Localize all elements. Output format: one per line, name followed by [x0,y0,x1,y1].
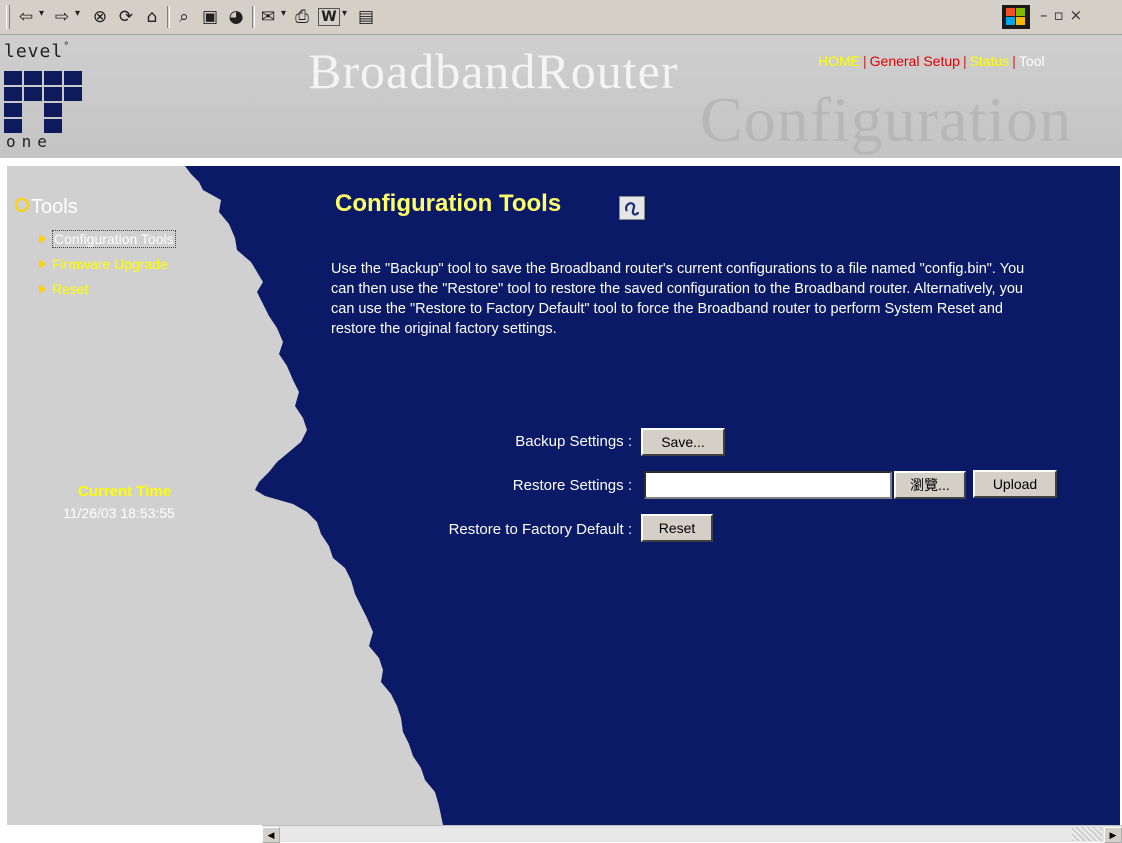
arrow-right-icon [39,259,46,269]
page-title: Configuration Tools [335,190,562,217]
refresh-icon[interactable]: ⟳ [116,6,136,28]
sidebar-item-reset[interactable]: Reset [39,281,89,297]
restore-factory-label: Restore to Factory Default : [448,521,632,538]
home-icon[interactable]: ⌂ [142,6,162,28]
arrow-right-icon [39,234,46,244]
discuss-icon[interactable]: ▤ [356,6,376,28]
toolbar-separator [167,6,170,28]
window-controls[interactable]: –▫× [1040,6,1088,24]
edit-word-icon[interactable]: W [318,8,340,26]
top-nav: HOME | General Setup | Status | Tool [818,53,1045,69]
scrollbar-thumb[interactable] [1072,827,1102,841]
section-bullet-icon [15,198,29,212]
restore-settings-label: Restore Settings : [512,477,632,494]
search-icon[interactable]: ⌕ [174,6,194,28]
browser-toolbar: ⇦ ▾ ⇨ ▾ ⊗ ⟳ ⌂ ⌕ ▣ ◕ ✉ ▾ ⎙ W ▾ ▤ –▫× [0,0,1122,35]
level-one-logo: level° one [4,41,94,153]
nav-status-link[interactable]: Status [970,53,1010,69]
save-button[interactable]: Save... [641,428,725,456]
browse-button[interactable]: 瀏覽... [894,471,966,499]
toolbar-grip[interactable] [6,5,10,29]
toolbar-separator [252,6,255,28]
current-time-label: Current Time [78,483,172,500]
header-subtitle: Configuration [700,84,1073,155]
stop-icon[interactable]: ⊗ [90,6,110,28]
mail-dropdown-icon[interactable]: ▾ [281,8,286,19]
restore-file-input[interactable] [644,471,892,499]
main-panel: Tools Configuration Tools Firmware Upgra… [7,166,1120,825]
backup-settings-label: Backup Settings : [515,433,632,450]
logo-text-top: level° [4,41,71,62]
current-time-value: 11/26/03 18:53:55 [63,505,175,521]
back-arrow-icon[interactable]: ⇦ [16,6,36,28]
print-icon[interactable]: ⎙ [292,6,312,28]
favorites-icon[interactable]: ▣ [200,6,220,28]
status-area [0,825,262,841]
page-description: Use the "Backup" tool to save the Broadb… [331,261,1025,337]
scrollbar-track[interactable] [280,827,1075,841]
header-brand: BroadbandRouter [308,43,679,99]
windows-logo-icon [1002,5,1030,29]
upload-button[interactable]: Upload [973,470,1057,498]
nav-home-link[interactable]: HOME [818,53,860,69]
mail-icon[interactable]: ✉ [258,6,278,28]
horizontal-scrollbar[interactable]: ◀ ▶ [262,825,1122,843]
back-dropdown-icon[interactable]: ▾ [39,8,44,19]
forward-dropdown-icon[interactable]: ▾ [75,8,80,19]
sidebar-item-firmware-upgrade[interactable]: Firmware Upgrade [39,256,168,272]
router-header: level° one Configuration BroadbandRouter… [0,35,1122,158]
help-icon[interactable] [619,196,645,220]
sidebar-item-configuration-tools[interactable]: Configuration Tools [39,230,176,248]
logo-text-bottom: one [6,132,53,151]
nav-general-setup-link[interactable]: General Setup [870,53,960,69]
sidebar-section-title: Tools [15,196,78,219]
edit-dropdown-icon[interactable]: ▾ [342,8,347,19]
history-icon[interactable]: ◕ [226,6,246,28]
nav-tool-link[interactable]: Tool [1019,53,1045,69]
header-divider [0,158,1122,166]
forward-arrow-icon[interactable]: ⇨ [52,6,72,28]
reset-button[interactable]: Reset [641,514,713,542]
arrow-right-icon [39,284,46,294]
